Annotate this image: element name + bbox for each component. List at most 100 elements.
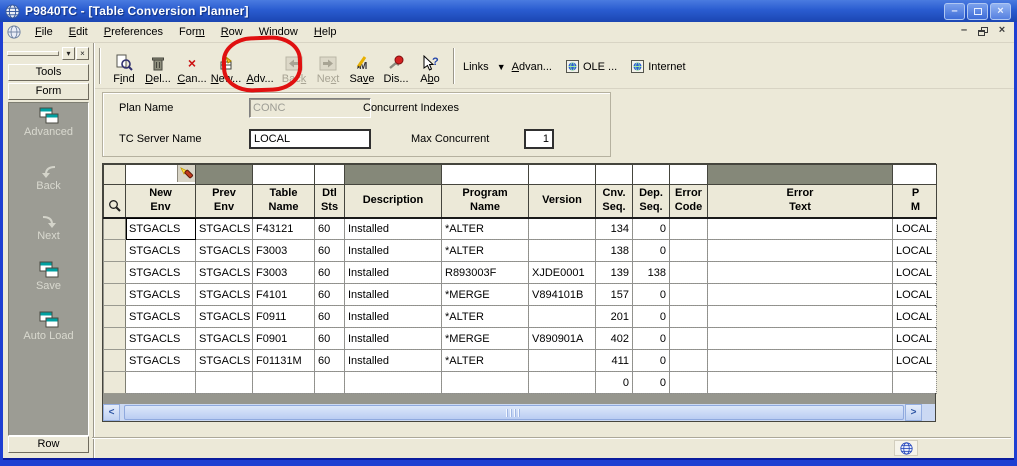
delete-button[interactable]: Del...: [141, 46, 175, 87]
cell-prev-env[interactable]: STGACLS: [196, 240, 253, 262]
row-header-cell[interactable]: [104, 262, 126, 284]
cell-error-code[interactable]: [670, 218, 708, 240]
exit-bar-gripper[interactable]: ▾ ×: [5, 47, 91, 61]
internet-button[interactable]: Internet: [631, 60, 685, 73]
qbe-filter-dep-seq[interactable]: [633, 165, 670, 185]
cell-error-text[interactable]: [708, 306, 893, 328]
cell-error-code[interactable]: [670, 306, 708, 328]
cell-program-name[interactable]: *ALTER: [442, 306, 529, 328]
cell-version[interactable]: [529, 240, 596, 262]
cell-dep-seq[interactable]: 0: [633, 240, 670, 262]
menu-row[interactable]: Row: [213, 24, 251, 40]
cell-dtl-sts[interactable]: [315, 372, 345, 394]
qbe-filter-machine[interactable]: [893, 165, 937, 185]
table-row[interactable]: STGACLS STGACLS F3003 60 Installed *ALTE…: [104, 240, 937, 262]
cell-prev-env[interactable]: STGACLS: [196, 350, 253, 372]
cell-dep-seq[interactable]: 0: [633, 350, 670, 372]
exit-bar-menu-button[interactable]: ▾: [62, 47, 75, 60]
advanced-toolbar-button[interactable]: Adv...: [243, 46, 277, 87]
maximize-button[interactable]: [967, 3, 988, 20]
scroll-right-icon[interactable]: >: [905, 404, 922, 421]
cell-dtl-sts[interactable]: 60: [315, 284, 345, 306]
cell-program-name[interactable]: *ALTER: [442, 240, 529, 262]
qbe-filter-table-name[interactable]: [253, 165, 315, 185]
cell-cnv-seq[interactable]: 201: [596, 306, 633, 328]
cell-description[interactable]: [345, 372, 442, 394]
cell-new-env[interactable]: STGACLS: [126, 328, 196, 350]
flashlight-icon[interactable]: [177, 165, 195, 182]
row-header-cell[interactable]: [104, 218, 126, 240]
cell-dep-seq[interactable]: 138: [633, 262, 670, 284]
tc-server-name-field[interactable]: LOCAL: [249, 129, 371, 149]
cell-prev-env[interactable]: STGACLS: [196, 218, 253, 240]
cell-version[interactable]: [529, 372, 596, 394]
cell-error-code[interactable]: [670, 372, 708, 394]
menu-window[interactable]: Window: [251, 24, 306, 40]
menu-form[interactable]: Form: [171, 24, 213, 40]
cell-machine[interactable]: LOCAL: [893, 262, 937, 284]
cell-dtl-sts[interactable]: 60: [315, 328, 345, 350]
cell-program-name[interactable]: *ALTER: [442, 218, 529, 240]
qbe-filter-dtl-sts[interactable]: [315, 165, 345, 185]
qbe-filter-version[interactable]: [529, 165, 596, 185]
cell-error-code[interactable]: [670, 284, 708, 306]
ole-button[interactable]: OLE ...: [566, 60, 617, 73]
gripper-handle[interactable]: [7, 51, 59, 56]
links-dropdown-icon[interactable]: ▼: [497, 62, 506, 72]
qbe-filter-error-code[interactable]: [670, 165, 708, 185]
cell-table-name[interactable]: F0901: [253, 328, 315, 350]
cell-dtl-sts[interactable]: 60: [315, 262, 345, 284]
exit-advanced[interactable]: Advanced: [8, 106, 89, 138]
cell-table-name[interactable]: F4101: [253, 284, 315, 306]
exit-bar-close-button[interactable]: ×: [76, 47, 89, 60]
table-row[interactable]: 0 0: [104, 372, 937, 394]
close-button[interactable]: ×: [990, 3, 1011, 20]
mdi-child-globe-icon[interactable]: [7, 25, 21, 39]
cell-new-env[interactable]: STGACLS: [126, 218, 196, 240]
cell-table-name[interactable]: F3003: [253, 240, 315, 262]
cell-error-code[interactable]: [670, 240, 708, 262]
scroll-left-icon[interactable]: <: [103, 404, 120, 421]
tab-form[interactable]: Form: [8, 83, 89, 100]
cell-dep-seq[interactable]: 0: [633, 284, 670, 306]
cell-dtl-sts[interactable]: 60: [315, 240, 345, 262]
links-advanced-button[interactable]: Advan...: [512, 61, 552, 73]
cell-dtl-sts[interactable]: 60: [315, 218, 345, 240]
cell-dep-seq[interactable]: 0: [633, 218, 670, 240]
max-concurrent-field[interactable]: 1: [524, 129, 554, 149]
cell-cnv-seq[interactable]: 134: [596, 218, 633, 240]
about-button[interactable]: ? Abo: [413, 46, 447, 87]
dispatch-button[interactable]: Dis...: [379, 46, 413, 87]
cell-description[interactable]: Installed: [345, 284, 442, 306]
cell-machine[interactable]: LOCAL: [893, 306, 937, 328]
cell-version[interactable]: V894101B: [529, 284, 596, 306]
cell-dtl-sts[interactable]: 60: [315, 350, 345, 372]
table-row[interactable]: STGACLS STGACLS F0901 60 Installed *MERG…: [104, 328, 937, 350]
cell-cnv-seq[interactable]: 138: [596, 240, 633, 262]
cell-machine[interactable]: LOCAL: [893, 240, 937, 262]
menu-edit[interactable]: Edit: [61, 24, 96, 40]
cell-prev-env[interactable]: [196, 372, 253, 394]
cell-program-name[interactable]: *ALTER: [442, 350, 529, 372]
cell-version[interactable]: [529, 350, 596, 372]
cell-dep-seq[interactable]: 0: [633, 306, 670, 328]
cell-cnv-seq[interactable]: 0: [596, 372, 633, 394]
cell-machine[interactable]: LOCAL: [893, 218, 937, 240]
cell-version[interactable]: XJDE0001: [529, 262, 596, 284]
cell-error-text[interactable]: [708, 350, 893, 372]
cell-prev-env[interactable]: STGACLS: [196, 306, 253, 328]
cell-new-env[interactable]: STGACLS: [126, 306, 196, 328]
cell-prev-env[interactable]: STGACLS: [196, 284, 253, 306]
cell-table-name[interactable]: [253, 372, 315, 394]
cell-program-name[interactable]: *MERGE: [442, 328, 529, 350]
table-row[interactable]: STGACLS STGACLS F0911 60 Installed *ALTE…: [104, 306, 937, 328]
cell-error-code[interactable]: [670, 262, 708, 284]
table-row[interactable]: STGACLS STGACLS F43121 60 Installed *ALT…: [104, 218, 937, 240]
cell-program-name[interactable]: R893003F: [442, 262, 529, 284]
row-header-cell[interactable]: [104, 284, 126, 306]
scrollbar-thumb[interactable]: [124, 405, 904, 420]
cell-prev-env[interactable]: STGACLS: [196, 262, 253, 284]
cell-error-code[interactable]: [670, 328, 708, 350]
cell-new-env[interactable]: [126, 372, 196, 394]
cell-program-name[interactable]: [442, 372, 529, 394]
